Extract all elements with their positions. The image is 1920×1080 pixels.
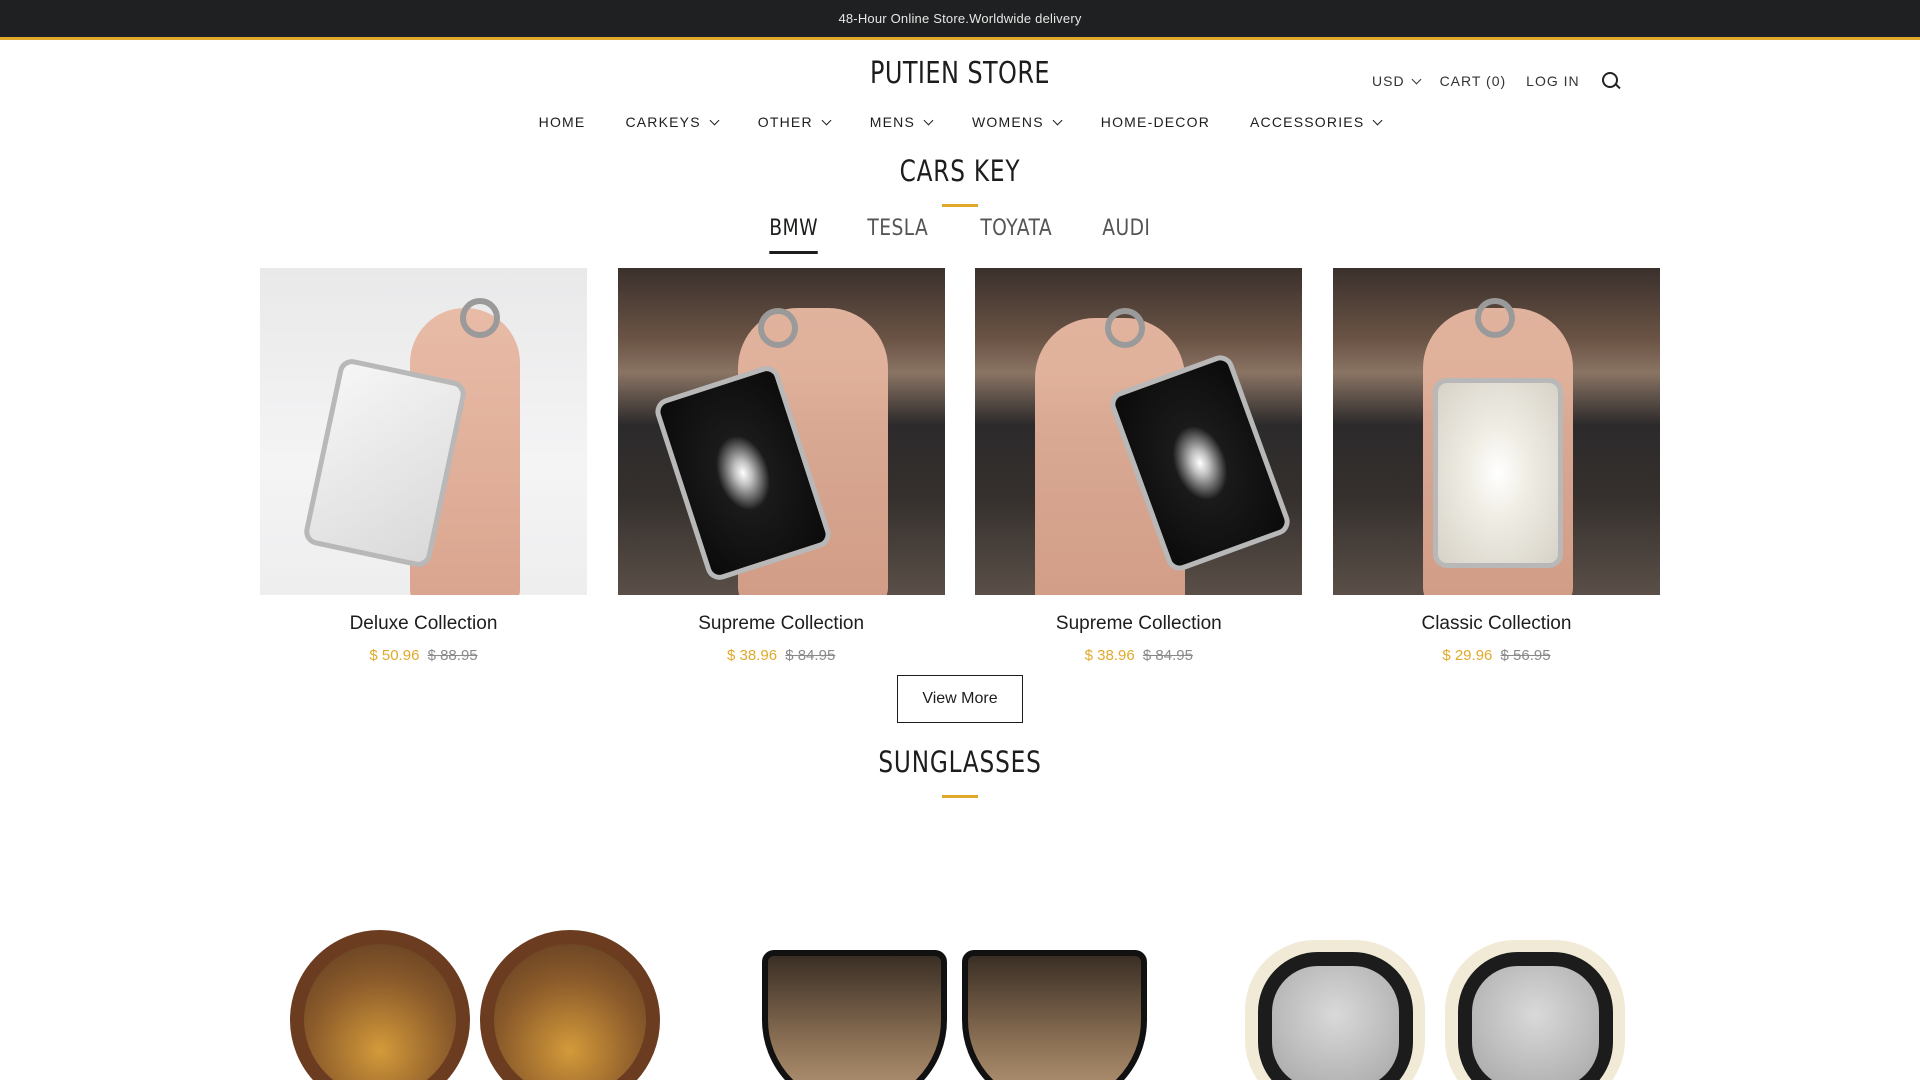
sale-price: $ 29.96 [1442, 647, 1493, 664]
sale-price: $ 50.96 [369, 647, 420, 664]
nav-item-carkeys[interactable]: CARKEYS [625, 114, 720, 130]
product-price: $ 38.96 $ 84.95 [618, 647, 945, 664]
sale-price: $ 38.96 [727, 647, 778, 664]
nav-item-other[interactable]: OTHER [757, 114, 832, 130]
nav-item-label: MENS [869, 114, 916, 130]
product-price: $ 50.96 $ 88.95 [260, 647, 587, 664]
announcement-text: 48-Hour Online Store.Worldwide delivery [838, 11, 1082, 26]
nav-item-accessories[interactable]: ACCESSORIES [1250, 114, 1383, 130]
original-price: $ 84.95 [1142, 647, 1193, 664]
product-name[interactable]: Classic Collection [1333, 613, 1660, 635]
login-link[interactable]: LOG IN [1526, 73, 1579, 89]
product-price: $ 38.96 $ 84.95 [975, 647, 1302, 664]
product-image[interactable] [975, 268, 1303, 595]
sale-price: $ 38.96 [1084, 647, 1135, 664]
product-name[interactable]: Deluxe Collection [260, 613, 587, 635]
product-name[interactable]: Supreme Collection [975, 613, 1302, 635]
nav-item-label: WOMENS [972, 114, 1044, 130]
nav-item-label: HOME [538, 114, 586, 130]
chevron-down-icon [709, 115, 720, 125]
title-underline [942, 204, 978, 207]
section-title-sunglasses: SUNGLASSES [878, 745, 1042, 779]
chevron-down-icon [821, 115, 832, 125]
original-price: $ 56.95 [1500, 647, 1551, 664]
tab-bmw[interactable]: BMW [769, 216, 819, 254]
nav-item-mens[interactable]: MENS [869, 114, 934, 130]
nav-item-home-decor[interactable]: HOME-DECOR [1101, 114, 1210, 130]
product-card[interactable]: Supreme Collection $ 38.96 $ 84.95 [617, 268, 945, 664]
product-image[interactable] [1332, 268, 1660, 595]
nav-item-label: ACCESSORIES [1250, 114, 1365, 130]
product-card[interactable]: Classic Collection $ 29.96 $ 56.95 [1332, 268, 1660, 664]
product-image[interactable] [617, 268, 945, 595]
product-image[interactable] [260, 268, 587, 595]
nav-item-label: HOME-DECOR [1100, 114, 1211, 130]
product-name[interactable]: Supreme Collection [618, 613, 945, 635]
announcement-bar: 48-Hour Online Store.Worldwide delivery [0, 0, 1920, 40]
search-icon[interactable] [1601, 72, 1620, 90]
main-nav: HOME CARKEYS OTHER MENS WOMENS HOME-DECO… [0, 114, 1920, 130]
tab-tesla[interactable]: TESLA [868, 216, 929, 254]
currency-selector[interactable]: USD [1372, 73, 1422, 89]
tab-toyata[interactable]: TOYATA [980, 216, 1052, 254]
sunglasses-row [0, 900, 1920, 1080]
original-price: $ 84.95 [785, 647, 836, 664]
product-card[interactable]: Supreme Collection $ 38.96 $ 84.95 [975, 268, 1303, 664]
nav-item-label: OTHER [757, 114, 813, 130]
currency-label: USD [1372, 73, 1405, 89]
utility-bar: USD CART (0) LOG IN [1372, 70, 1620, 92]
chevron-down-icon [1372, 115, 1383, 125]
original-price: $ 88.95 [427, 647, 478, 664]
product-image[interactable] [270, 900, 690, 1080]
view-more-button[interactable]: View More [897, 675, 1023, 723]
product-price: $ 29.96 $ 56.95 [1333, 647, 1660, 664]
chevron-down-icon [923, 115, 934, 125]
nav-item-home[interactable]: HOME [539, 114, 586, 130]
chevron-down-icon [1052, 115, 1063, 125]
cart-link[interactable]: CART (0) [1440, 73, 1507, 89]
section-title-cars-key: CARS KEY [899, 154, 1021, 188]
product-image[interactable] [750, 900, 1170, 1080]
nav-item-label: CARKEYS [625, 114, 701, 130]
product-grid: Deluxe Collection $ 50.96 $ 88.95 Suprem… [260, 268, 1660, 664]
product-image[interactable] [1230, 900, 1650, 1080]
tab-audi[interactable]: AUDI [1103, 216, 1151, 254]
nav-item-womens[interactable]: WOMENS [972, 114, 1063, 130]
product-card[interactable]: Deluxe Collection $ 50.96 $ 88.95 [260, 268, 587, 664]
brand-tabs: BMW TESLA TOYATA AUDI [0, 216, 1920, 254]
title-underline [942, 795, 978, 798]
chevron-down-icon [1411, 74, 1422, 84]
